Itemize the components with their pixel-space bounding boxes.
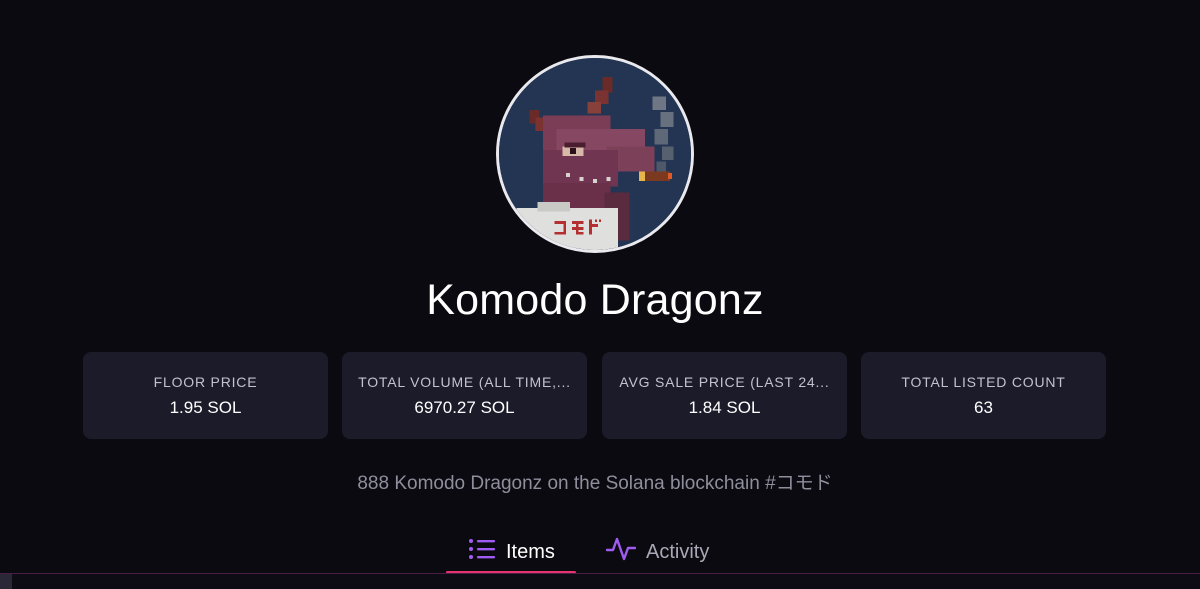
stat-label: FLOOR PRICE	[153, 374, 258, 390]
stat-label: TOTAL LISTED COUNT	[901, 374, 1066, 390]
stat-value: 1.95 SOL	[169, 398, 242, 417]
collection-description: 888 Komodo Dragonz on the Solana blockch…	[357, 473, 833, 494]
stat-value: 63	[974, 398, 993, 417]
activity-icon	[605, 536, 637, 568]
stat-label: TOTAL VOLUME (ALL TIME,...	[358, 374, 571, 390]
tab-items[interactable]: Items	[446, 530, 576, 574]
stat-value: 1.84 SOL	[688, 398, 761, 417]
tab-label: Items	[506, 540, 555, 563]
stat-card-avg-sale-price: AVG SALE PRICE (LAST 24... 1.84 SOL	[602, 352, 847, 439]
stat-card-floor-price: FLOOR PRICE 1.95 SOL	[83, 352, 328, 439]
collection-title: Komodo Dragonz	[426, 276, 764, 324]
content-divider	[0, 573, 1200, 589]
stat-card-total-listed: TOTAL LISTED COUNT 63	[861, 352, 1106, 439]
stat-card-total-volume: TOTAL VOLUME (ALL TIME,... 6970.27 SOL	[342, 352, 587, 439]
tab-activity[interactable]: Activity	[605, 530, 746, 574]
list-icon	[468, 538, 496, 566]
collection-avatar	[496, 55, 694, 253]
stat-value: 6970.27 SOL	[414, 398, 515, 417]
tab-label: Activity	[646, 540, 710, 563]
collection-page: Komodo Dragonz FLOOR PRICE 1.95 SOL TOTA…	[0, 0, 1200, 589]
stat-label: AVG SALE PRICE (LAST 24...	[619, 374, 830, 390]
scroll-handle[interactable]	[0, 574, 12, 589]
